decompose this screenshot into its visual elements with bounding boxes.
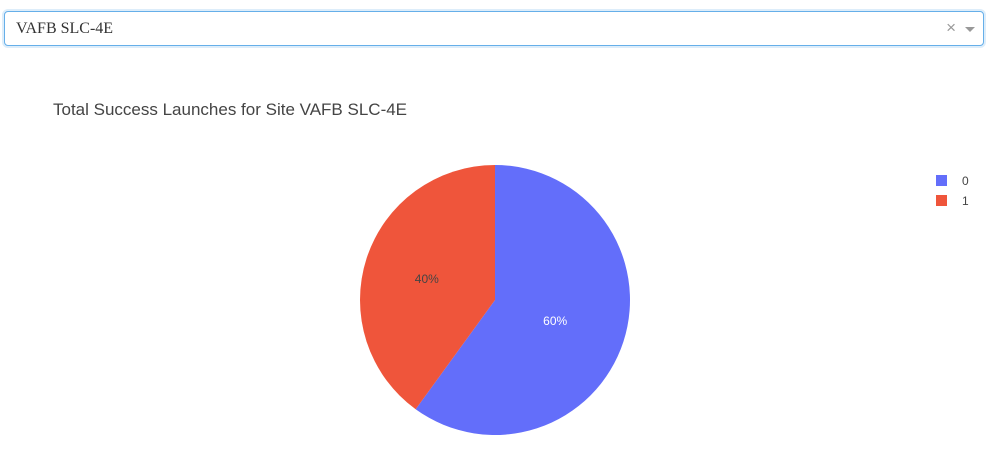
pie-slices xyxy=(360,165,630,435)
pie-chart: 60%40% 01 xyxy=(360,165,969,435)
legend-swatch-1 xyxy=(936,195,947,206)
pie-slice-label-1: 40% xyxy=(415,272,439,286)
legend-item-0[interactable]: 0 xyxy=(936,174,969,188)
legend-label-0: 0 xyxy=(962,174,969,188)
legend-swatch-0 xyxy=(936,175,947,186)
legend: 01 xyxy=(936,174,969,208)
legend-item-1[interactable]: 1 xyxy=(936,194,969,208)
legend-label-1: 1 xyxy=(962,194,969,208)
pie-slice-label-0: 60% xyxy=(543,314,567,328)
